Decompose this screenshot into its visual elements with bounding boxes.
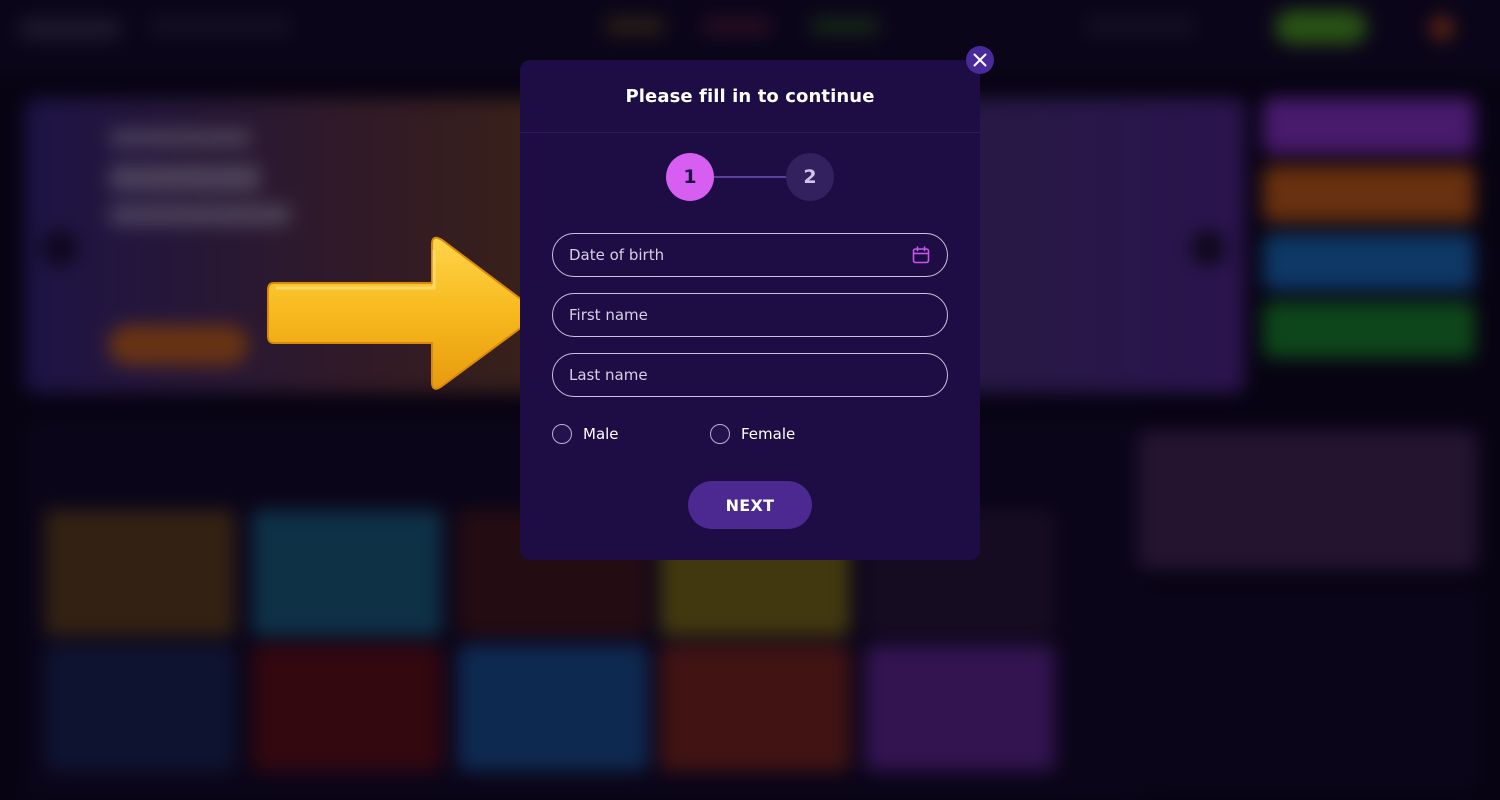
gender-male-radio[interactable] xyxy=(552,424,572,444)
first-name-field[interactable] xyxy=(552,293,948,337)
calendar-icon[interactable] xyxy=(911,245,931,265)
last-name-field[interactable] xyxy=(552,353,948,397)
gender-male-option[interactable]: Male xyxy=(552,424,619,444)
close-button[interactable] xyxy=(966,46,994,74)
registration-modal: Please fill in to continue 1 2 Male Fema… xyxy=(520,46,994,560)
gender-female-radio[interactable] xyxy=(710,424,730,444)
step-indicator: 1 2 xyxy=(666,153,836,201)
last-name-input[interactable] xyxy=(569,366,931,384)
date-of-birth-input[interactable] xyxy=(569,246,903,264)
pointer-arrow xyxy=(267,236,536,390)
first-name-input[interactable] xyxy=(569,306,931,324)
close-icon xyxy=(973,53,987,67)
next-button[interactable]: NEXT xyxy=(688,481,812,529)
gender-female-label: Female xyxy=(741,425,796,443)
modal-header: Please fill in to continue xyxy=(520,60,980,133)
step-connector xyxy=(714,176,786,178)
gender-female-option[interactable]: Female xyxy=(710,424,795,444)
date-of-birth-field[interactable] xyxy=(552,233,948,277)
modal-title: Please fill in to continue xyxy=(625,85,875,107)
step-2: 2 xyxy=(786,153,834,201)
gender-male-label: Male xyxy=(583,425,619,443)
step-1: 1 xyxy=(666,153,714,201)
